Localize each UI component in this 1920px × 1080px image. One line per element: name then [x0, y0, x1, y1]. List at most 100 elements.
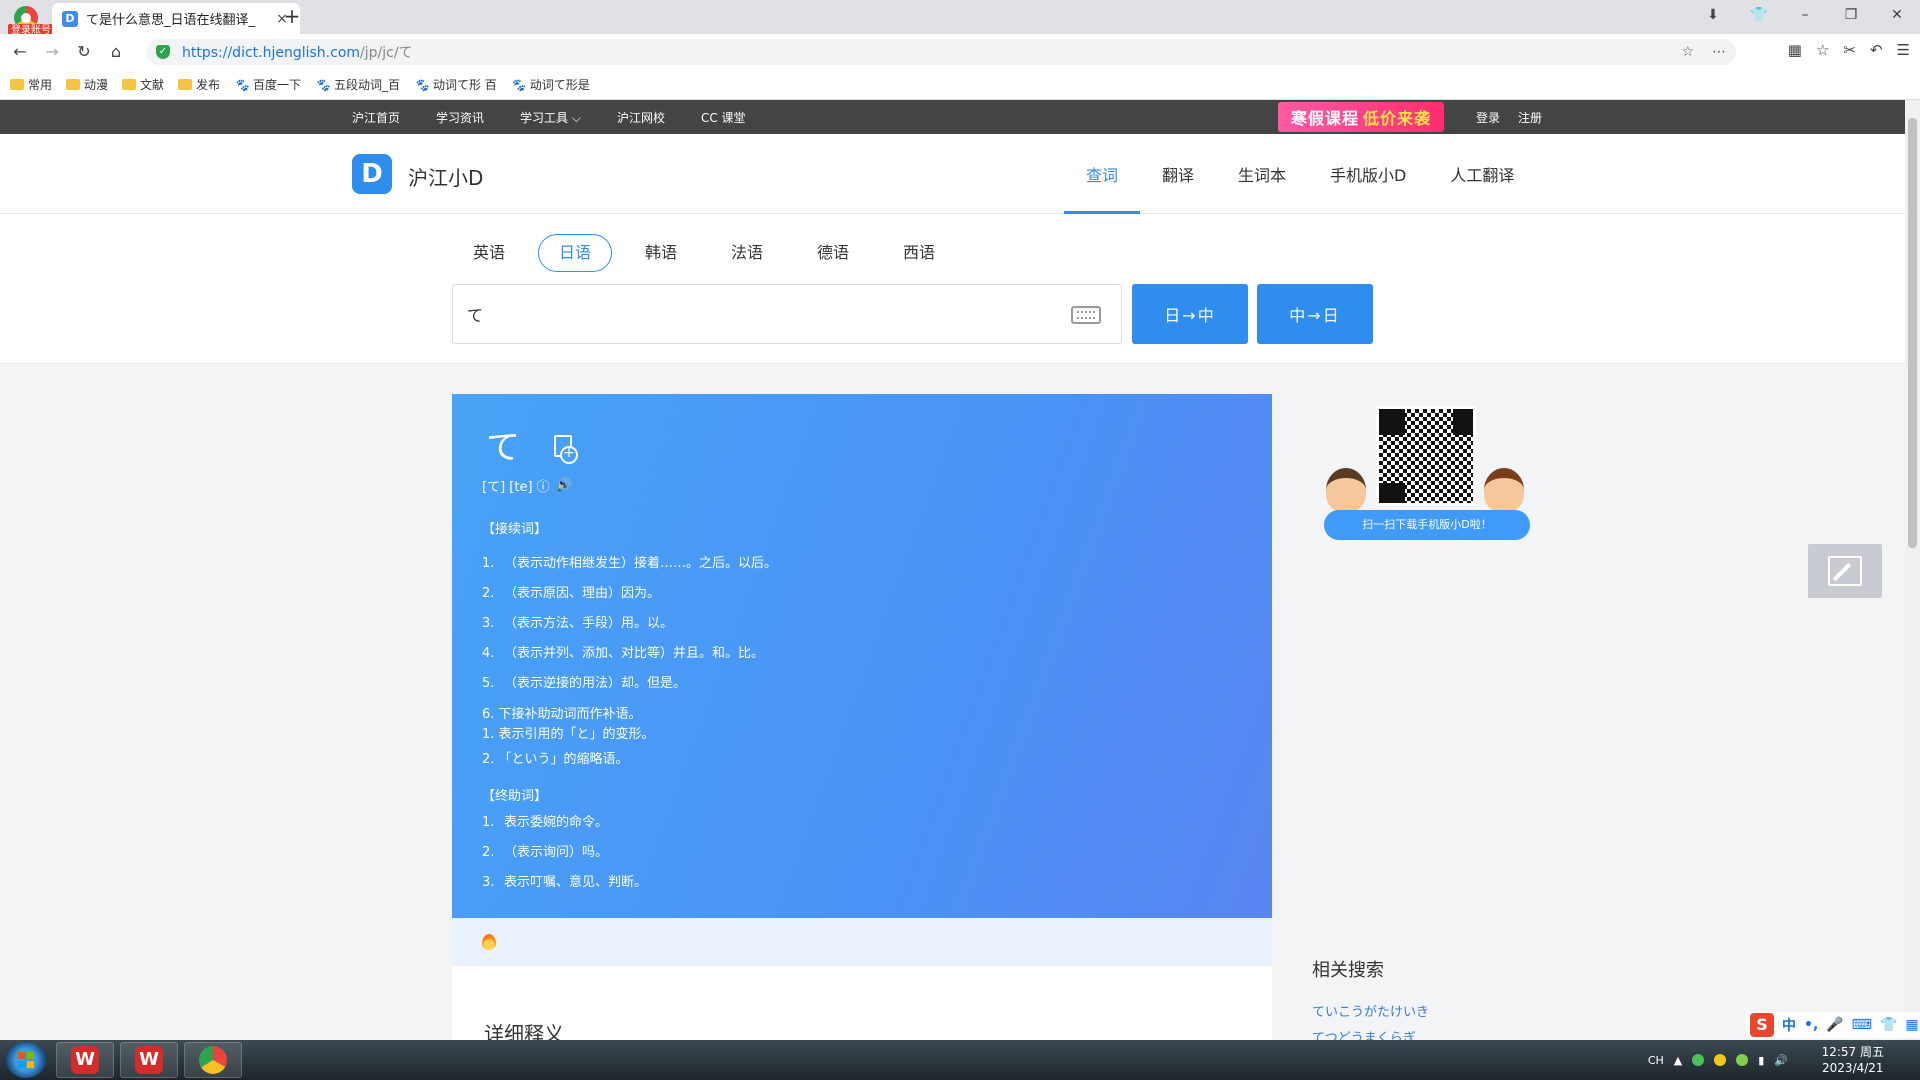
browser-tab-active[interactable]: D て是什么意思_日语在线翻译_ ×	[52, 3, 300, 34]
reload-icon[interactable]: ↻	[72, 40, 96, 64]
search-input[interactable]	[467, 299, 1027, 329]
undo-icon[interactable]: ↶	[1870, 41, 1883, 59]
bookmark-folder[interactable]: 发布	[178, 76, 220, 93]
system-clock[interactable]: 12:57 周五 2023/4/21	[1822, 1044, 1884, 1076]
card-footer	[452, 918, 1272, 966]
definition-line: 3. 表示叮嘱、意见、判断。	[482, 875, 648, 890]
ime-chinese-mode[interactable]: 中	[1782, 1015, 1796, 1035]
lang-tab-japanese[interactable]: 日语	[538, 234, 612, 272]
register-link[interactable]: 注册	[1518, 109, 1542, 126]
definition-line: 2. （表示询问）吗。	[482, 845, 609, 860]
top-link-tools[interactable]: 学习工具 ⌵	[520, 109, 581, 126]
edit-icon	[1828, 556, 1862, 586]
top-link-home[interactable]: 沪江首页	[352, 109, 400, 126]
forward-icon[interactable]: →	[40, 40, 64, 64]
home-icon[interactable]: ⌂	[104, 40, 128, 64]
back-icon[interactable]: ←	[8, 40, 32, 64]
menu-icon[interactable]: ☰	[1897, 41, 1910, 59]
minimize-button[interactable]: –	[1782, 7, 1828, 23]
sogou-ime-icon[interactable]: S	[1750, 1013, 1774, 1037]
taskbar-wps-app[interactable]: W	[56, 1042, 114, 1078]
keyboard-icon[interactable]	[1071, 306, 1101, 324]
bookmark-link[interactable]: 🐾 动词て形是	[511, 76, 590, 93]
restore-button[interactable]: ❐	[1828, 7, 1874, 23]
new-tab-button[interactable]: +	[278, 4, 306, 30]
lang-tab-korean[interactable]: 韩语	[624, 234, 698, 272]
lang-tab-french[interactable]: 法语	[710, 234, 784, 272]
skin-icon[interactable]: 👕	[1736, 7, 1782, 23]
fire-icon	[482, 934, 496, 950]
top-link-news[interactable]: 学习资讯	[436, 109, 484, 126]
browser-logo[interactable]: 登录账号	[8, 4, 54, 38]
page-scrollbar[interactable]	[1905, 100, 1920, 1040]
ime-punctuation-icon[interactable]: •,	[1804, 1017, 1818, 1033]
system-tray: CH ▲ ▮ 🔊	[1648, 1040, 1788, 1080]
apps-icon[interactable]: ▦	[1788, 41, 1802, 59]
nav-wordbook[interactable]: 生词本	[1216, 134, 1308, 214]
bookmark-folder[interactable]: 动漫	[66, 76, 108, 93]
nav-mobile[interactable]: 手机版小D	[1308, 134, 1428, 214]
speaker-icon[interactable]: 🔊	[556, 478, 572, 493]
site-top-links: 沪江首页 学习资讯 学习工具 ⌵ 沪江网校 CC 课堂	[352, 100, 746, 134]
promo-banner[interactable]: 寒假课程 低价来袭	[1278, 102, 1444, 132]
baidu-paw-icon: 🐾	[510, 77, 526, 92]
baidu-paw-icon: 🐾	[414, 77, 429, 92]
bookmark-link[interactable]: 🐾 五段动词_百	[315, 76, 400, 93]
ime-skin-icon[interactable]: 👕	[1880, 1017, 1897, 1033]
wechat-icon[interactable]	[1692, 1054, 1705, 1066]
search-jp-to-cn-button[interactable]: 日→中	[1132, 284, 1248, 344]
scrollbar-thumb[interactable]	[1908, 118, 1917, 548]
related-title: 相关搜索	[1312, 960, 1384, 981]
definition-line: 4. （表示并列、添加、对比等）并且。和。比。	[482, 646, 765, 661]
network-status-icon[interactable]	[1736, 1054, 1749, 1066]
lang-tab-english[interactable]: 英语	[452, 234, 526, 272]
security-icon[interactable]	[1714, 1054, 1727, 1066]
sub-definition-line: 2. 「という」的缩略语。	[482, 752, 629, 767]
volume-icon[interactable]: 🔊	[1774, 1054, 1788, 1067]
url-input[interactable]: ✓ https://dict.hjenglish.com/jp/jc/て ☆ ⋯	[146, 39, 1736, 65]
top-link-cc[interactable]: CC 课堂	[701, 109, 746, 126]
site-header: D 沪江小D 查词 翻译 生词本 手机版小D 人工翻译	[0, 134, 1905, 214]
login-link[interactable]: 登录	[1476, 109, 1500, 126]
top-link-school[interactable]: 沪江网校	[617, 109, 665, 126]
ime-toolbox-icon[interactable]: ▦	[1905, 1017, 1918, 1033]
scissors-icon[interactable]: ✂	[1843, 41, 1856, 59]
download-icon[interactable]: ⬇	[1690, 7, 1736, 23]
bookmark-link[interactable]: 🐾 动词て形 百	[414, 76, 497, 93]
search-cn-to-jp-button[interactable]: 中→日	[1257, 284, 1373, 344]
signal-icon[interactable]: ▮	[1758, 1054, 1764, 1067]
baidu-paw-icon: 🐾	[315, 77, 330, 92]
lang-tab-german[interactable]: 德语	[796, 234, 870, 272]
taskbar-wps-app-2[interactable]: W	[120, 1042, 178, 1078]
site-logo-text[interactable]: 沪江小D	[408, 162, 483, 191]
close-window-button[interactable]: ✕	[1874, 7, 1920, 23]
nav-human-translate[interactable]: 人工翻译	[1428, 134, 1536, 214]
feedback-button[interactable]	[1808, 544, 1882, 598]
ime-voice-icon[interactable]: 🎤	[1826, 1017, 1843, 1033]
word-result-card: て [て] [te] ⓘ 🔊 【接续词】 1.（表示动作相继发生）接着……。之后…	[452, 394, 1272, 918]
xiaod-logo-icon[interactable]: D	[352, 154, 392, 194]
bookmark-star-icon[interactable]: ☆	[1681, 44, 1694, 60]
bookmark-link[interactable]: 🐾 百度一下	[234, 76, 301, 93]
app-download-promo[interactable]: 扫一扫下载手机版小D啦！	[1320, 406, 1532, 542]
nav-lookup[interactable]: 查词	[1064, 134, 1141, 214]
nav-translate[interactable]: 翻译	[1140, 134, 1216, 214]
input-language[interactable]: CH	[1648, 1054, 1664, 1067]
add-to-wordbook-icon[interactable]	[554, 435, 578, 464]
favorites-icon[interactable]: ☆	[1816, 41, 1829, 59]
more-icon[interactable]: ⋯	[1712, 44, 1726, 60]
part-of-speech: 【接续词】	[482, 522, 548, 537]
browser-icon	[199, 1046, 227, 1074]
ime-keyboard-icon[interactable]: ⌨	[1852, 1017, 1872, 1033]
bookmark-folder[interactable]: 常用	[10, 76, 52, 93]
related-link[interactable]: ていこうがたけいき	[1312, 1000, 1429, 1026]
part-of-speech: 【终助词】	[482, 789, 548, 804]
taskbar-browser-app[interactable]	[184, 1042, 242, 1078]
start-button[interactable]	[6, 1042, 46, 1078]
bookmark-folder[interactable]: 文献	[122, 76, 164, 93]
lang-tab-spanish[interactable]: 西语	[882, 234, 956, 272]
definition-line: 3. （表示方法、手段）用。以。	[482, 616, 674, 631]
wps-icon: W	[135, 1046, 163, 1074]
definition-line: 6. 下接补助动词而作补语。	[482, 707, 642, 722]
tray-expand-icon[interactable]: ▲	[1674, 1054, 1682, 1067]
